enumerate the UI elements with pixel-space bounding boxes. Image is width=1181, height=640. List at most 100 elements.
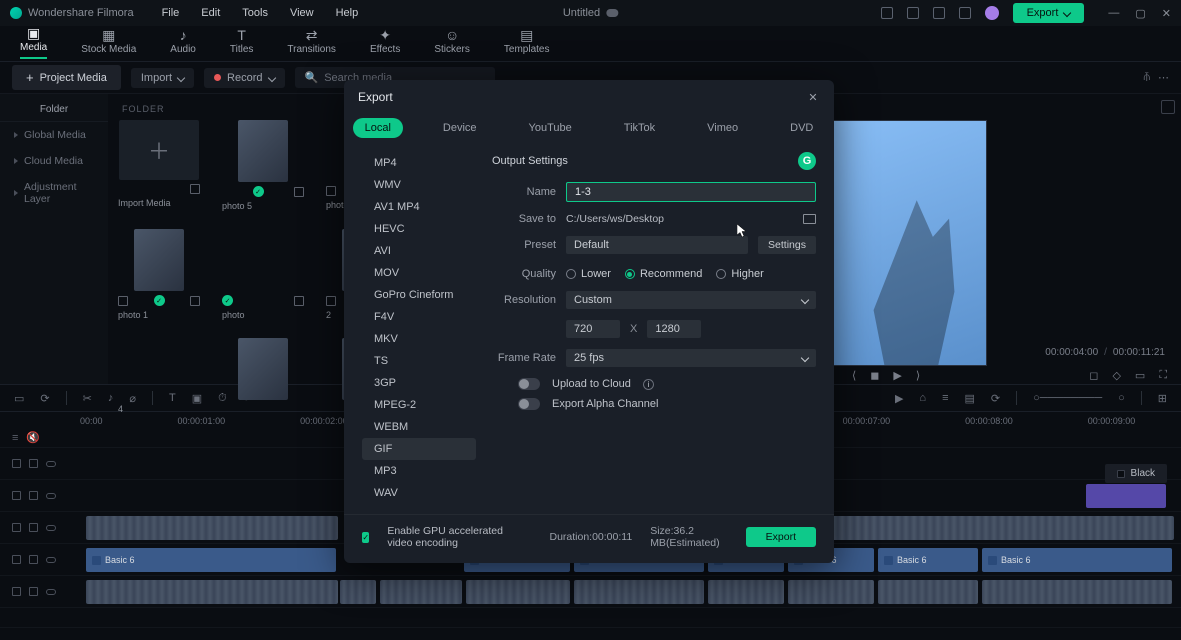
snap-icon[interactable]: ⊞ <box>1158 392 1167 405</box>
tab-tiktok[interactable]: TikTok <box>612 118 667 138</box>
marker-tool-icon[interactable]: ▤ <box>965 392 975 405</box>
tab-dvd[interactable]: DVD <box>778 118 825 138</box>
mute-icon[interactable]: 🔇 <box>26 431 40 444</box>
more-icon[interactable]: ⋯ <box>1158 71 1169 84</box>
close-dialog-icon[interactable]: ✕ <box>806 91 820 104</box>
menu-file[interactable]: File <box>162 7 180 19</box>
marker-icon[interactable]: ◇ <box>1112 369 1120 382</box>
mic-icon[interactable]: ⌂ <box>919 392 926 404</box>
hide-icon[interactable] <box>29 587 38 596</box>
timeline-clip[interactable] <box>982 580 1172 604</box>
stop-icon[interactable]: ◼ <box>870 369 879 382</box>
tab-youtube[interactable]: YouTube <box>517 118 584 138</box>
menu-tools[interactable]: Tools <box>242 7 268 19</box>
record-button[interactable]: Record <box>204 68 284 88</box>
format-option[interactable]: AVI <box>362 240 476 262</box>
timeline-clip[interactable] <box>466 580 570 604</box>
resolution-dropdown[interactable]: Custom <box>566 291 816 309</box>
menu-edit[interactable]: Edit <box>201 7 220 19</box>
quality-recommend-radio[interactable]: Recommend <box>625 268 702 280</box>
res-height-input[interactable]: 1280 <box>647 320 701 338</box>
quality-higher-radio[interactable]: Higher <box>716 268 763 280</box>
media-item[interactable]: ✓photo 5 <box>220 120 306 211</box>
lock-icon[interactable] <box>12 555 21 564</box>
ribbon-audio[interactable]: ♪Audio <box>170 28 196 59</box>
eye-icon[interactable] <box>46 461 56 467</box>
timeline-clip[interactable] <box>86 580 338 604</box>
cut-icon[interactable]: ✂ <box>83 392 92 405</box>
format-option[interactable]: WAV <box>362 482 476 504</box>
project-media-button[interactable]: +Project Media <box>12 65 121 90</box>
apps-icon[interactable] <box>933 7 945 19</box>
tool-icon[interactable]: ⟳ <box>40 392 49 405</box>
media-item[interactable]: ✓photo 1 <box>116 229 202 320</box>
hide-icon[interactable] <box>29 523 38 532</box>
render-icon[interactable]: ⟳ <box>991 392 1000 405</box>
tab-local[interactable]: Local <box>353 118 403 138</box>
format-option[interactable]: MOV <box>362 262 476 284</box>
player-settings-icon[interactable] <box>1161 100 1175 114</box>
ribbon-media[interactable]: ▣Media <box>20 26 47 59</box>
format-option-selected[interactable]: GIF <box>362 438 476 460</box>
capture-icon[interactable]: ◻ <box>1089 369 1098 382</box>
preset-dropdown[interactable]: Default <box>566 236 748 254</box>
prev-frame-icon[interactable]: ⟨ <box>852 369 856 382</box>
grammarly-icon[interactable]: G <box>798 152 816 170</box>
timeline-clip[interactable] <box>878 580 978 604</box>
eye-icon[interactable] <box>46 557 56 563</box>
ribbon-stickers[interactable]: ☺Stickers <box>434 28 470 59</box>
lock-icon[interactable] <box>12 459 21 468</box>
cloud-sync-icon[interactable] <box>606 9 618 17</box>
timeline-clip[interactable] <box>708 580 784 604</box>
format-option[interactable]: AV1 MP4 <box>362 196 476 218</box>
quality-lower-radio[interactable]: Lower <box>566 268 611 280</box>
tab-device[interactable]: Device <box>431 118 489 138</box>
filter-icon[interactable]: ⫚ <box>1143 71 1150 84</box>
ribbon-stock-media[interactable]: ▦Stock Media <box>81 28 136 59</box>
effect-clip[interactable]: Basic 6 <box>982 548 1172 572</box>
mixer-icon[interactable]: ≡ <box>942 392 948 404</box>
import-button[interactable]: Import <box>131 68 194 88</box>
ribbon-transitions[interactable]: ⇄Transitions <box>287 28 336 59</box>
res-width-input[interactable]: 720 <box>566 320 620 338</box>
avatar[interactable] <box>985 6 999 20</box>
tool-icon[interactable]: ▭ <box>14 392 24 405</box>
export-confirm-button[interactable]: Export <box>746 527 816 547</box>
info-icon[interactable]: i <box>643 379 654 390</box>
ribbon-titles[interactable]: TTitles <box>230 28 254 59</box>
hide-icon[interactable] <box>29 491 38 500</box>
timeline-clip[interactable] <box>574 580 704 604</box>
export-button-top[interactable]: Export <box>1013 3 1085 23</box>
format-option[interactable]: F4V <box>362 306 476 328</box>
eye-icon[interactable] <box>46 589 56 595</box>
next-frame-icon[interactable]: ⟩ <box>916 369 920 382</box>
layout-icon[interactable] <box>907 7 919 19</box>
browse-folder-icon[interactable] <box>803 214 816 224</box>
format-option[interactable]: 3GP <box>362 372 476 394</box>
format-option[interactable]: MP3 <box>362 460 476 482</box>
lock-icon[interactable] <box>12 491 21 500</box>
framerate-dropdown[interactable]: 25 fps <box>566 349 816 367</box>
sidebar-item-global[interactable]: Global Media <box>0 122 108 148</box>
format-option[interactable]: WEBM <box>362 416 476 438</box>
timeline-clip[interactable] <box>788 580 874 604</box>
format-option[interactable]: MKV <box>362 328 476 350</box>
zoom-fit-icon[interactable]: ○ <box>1118 392 1125 404</box>
ribbon-effects[interactable]: ✦Effects <box>370 28 400 59</box>
lock-icon[interactable] <box>12 587 21 596</box>
maximize-icon[interactable]: ▢ <box>1135 7 1145 20</box>
menu-help[interactable]: Help <box>336 7 359 19</box>
eye-icon[interactable] <box>46 525 56 531</box>
grid-icon[interactable] <box>959 7 971 19</box>
timeline-play-icon[interactable]: ▶ <box>895 392 903 405</box>
timeline-clip[interactable] <box>854 516 1174 540</box>
export-alpha-toggle[interactable] <box>518 398 540 410</box>
format-option[interactable]: WMV <box>362 174 476 196</box>
aspect-icon[interactable]: ▭ <box>1135 369 1145 382</box>
effect-clip[interactable]: Basic 6 <box>86 548 336 572</box>
menu-view[interactable]: View <box>290 7 314 19</box>
format-option[interactable]: GoPro Cineform <box>362 284 476 306</box>
format-option[interactable]: TS <box>362 350 476 372</box>
black-chip[interactable]: Black <box>1105 464 1167 483</box>
sidebar-item-cloud[interactable]: Cloud Media <box>0 148 108 174</box>
